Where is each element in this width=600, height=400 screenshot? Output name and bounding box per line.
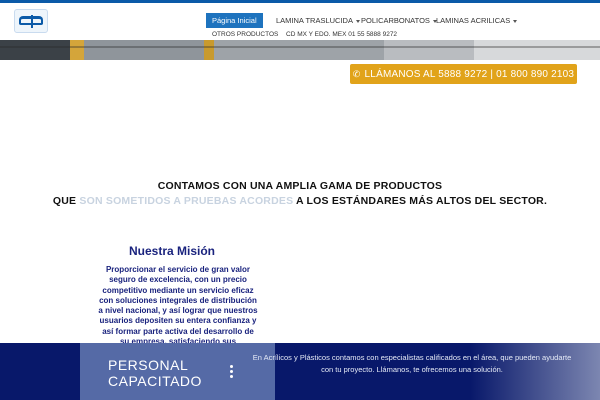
personal-capacitado-card[interactable]: PERSONAL CAPACITADO (80, 343, 275, 400)
headline-line-1: CONTAMOS CON UNA AMPLIA GAMA DE PRODUCTO… (157, 180, 443, 192)
nav-item-otros-productos[interactable]: OTROS PRODUCTOS (212, 31, 278, 38)
nav-item-home[interactable]: Página Inicial (206, 13, 263, 28)
hero-image (0, 40, 600, 60)
nav-contact-phone[interactable]: CD MX Y EDO. MEX 01 55 5888 9272 (286, 31, 397, 38)
chevron-down-icon (513, 19, 518, 23)
site-logo[interactable] (14, 9, 48, 33)
call-button[interactable]: ✆ LLÁMANOS AL 5888 9272 | 01 800 890 2103 (350, 64, 577, 84)
chevron-down-icon (355, 19, 360, 23)
bottom-banner-text: En Acrílicos y Plásticos contamos con es… (252, 353, 572, 374)
nav-item-label: LAMINAS ACRILICAS (436, 16, 511, 25)
more-options-icon[interactable] (228, 365, 234, 379)
nav-item-lamina-traslucida[interactable]: LAMINA TRASLUCIDA (276, 14, 360, 27)
card-title: PERSONAL CAPACITADO (108, 357, 202, 389)
headline-line-2-end: A LOS ESTÁNDARES MÁS ALTOS DEL SECTOR. (296, 195, 548, 207)
headline-line-2: QUE SON SOMETIDOS A PRUEBAS ACORDES A LO… (0, 195, 600, 207)
nav-item-laminas-acrilicas[interactable]: LAMINAS ACRILICAS (436, 14, 518, 27)
nav-item-label: LAMINA TRASLUCIDA (276, 16, 353, 25)
headline-line-2-faded: SON SOMETIDOS A PRUEBAS ACORDES (79, 195, 294, 207)
mission-title: Nuestra Misión (128, 244, 215, 258)
headline-line-2-start: QUE (52, 195, 77, 207)
logo-book-right-icon (31, 16, 43, 25)
call-button-label: LLÁMANOS AL 5888 9272 | 01 800 890 2103 (364, 69, 575, 80)
nav-item-policarbonatos[interactable]: POLICARBONATOS (361, 14, 437, 27)
nav-item-label: POLICARBONATOS (361, 16, 430, 25)
phone-icon: ✆ (352, 69, 361, 79)
logo-book-left-icon (19, 16, 31, 25)
